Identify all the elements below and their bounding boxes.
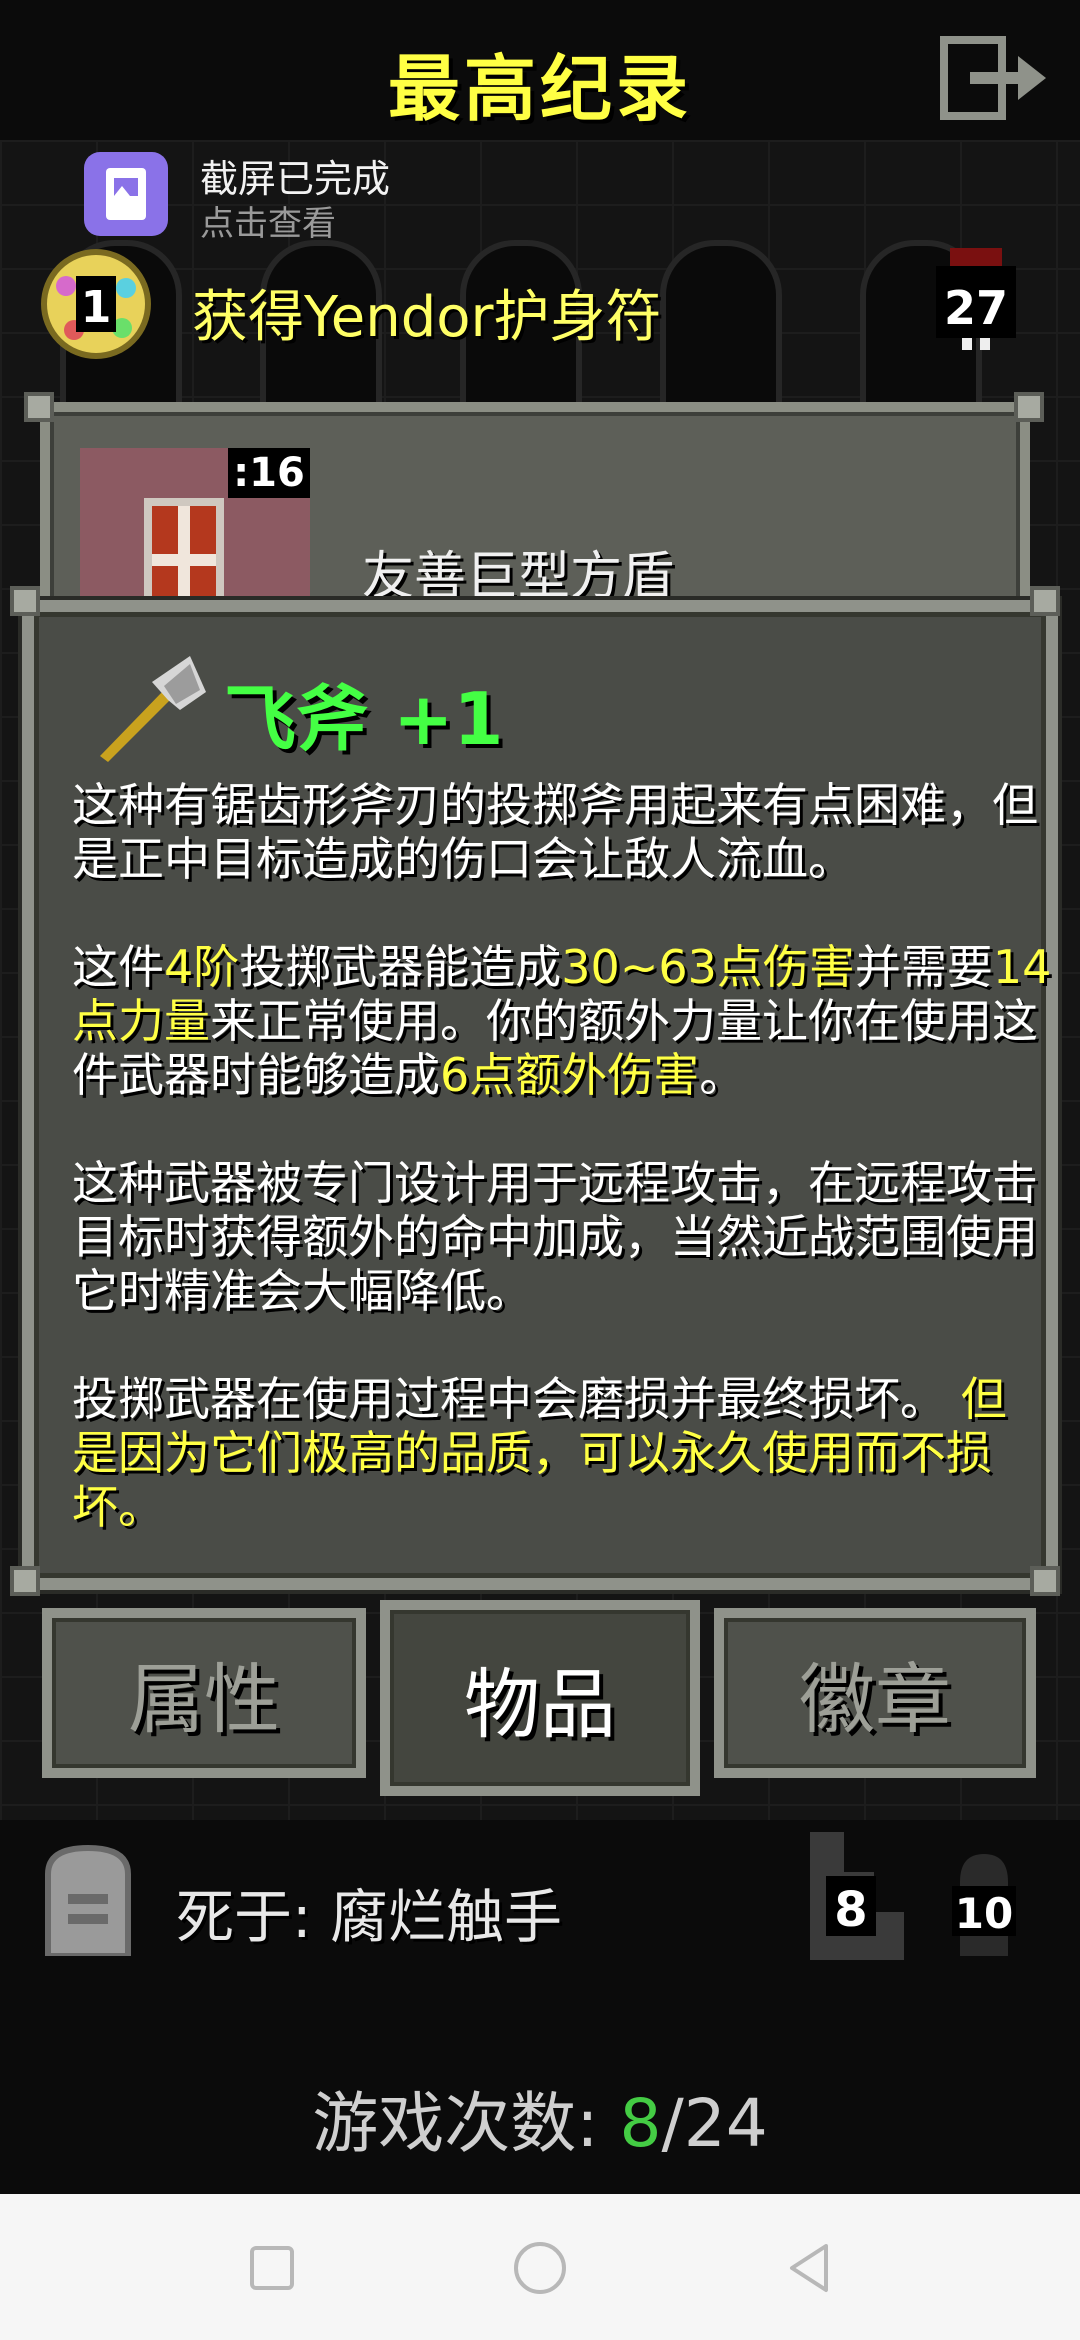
rank-number: 1: [81, 282, 112, 333]
back-triangle-icon: [790, 2244, 828, 2292]
skull-value: 27: [944, 281, 1008, 335]
tombstone-icon: [38, 1844, 138, 1959]
tab-items[interactable]: 物品: [380, 1600, 700, 1796]
square-icon: [250, 2246, 294, 2290]
item-quantity: :16: [228, 448, 310, 498]
notification-title[interactable]: 截屏已完成: [200, 148, 390, 203]
record-description: 获得Yendor护身符: [192, 285, 662, 350]
description-paragraph-4: 投掷武器在使用过程中会磨损并最终损坏。 但是因为它们极高的品质，可以永久使用而不…: [72, 1372, 1007, 1534]
page-title: 最高纪录: [387, 47, 692, 131]
tab-badges[interactable]: 徽章: [714, 1608, 1036, 1778]
item-description: 这种有锯齿形斧刃的投掷斧用起来有点困难，但是正中目标造成的伤口会让敌人流血。 这…: [72, 778, 1052, 1588]
circle-icon: [514, 2242, 566, 2294]
depth-value: 8: [834, 1882, 867, 1938]
background-item-panel: :16 友善巨型方盾: [40, 402, 1030, 632]
tab-attributes[interactable]: 属性: [42, 1608, 366, 1778]
system-nav-bar: [0, 2194, 1080, 2340]
back-button[interactable]: [782, 2240, 838, 2296]
skull-icon: 27: [936, 248, 1016, 358]
recents-button[interactable]: [244, 2240, 300, 2296]
background-item-name: 友善巨型方盾: [362, 547, 675, 607]
level-value: 10: [955, 1889, 1013, 1938]
home-button[interactable]: [512, 2240, 568, 2296]
description-paragraph-3: 这种武器被专门设计用于远程攻击，在远程攻击目标时获得额外的命中加成，当然近战范围…: [72, 1156, 1038, 1318]
exit-button[interactable]: [940, 36, 1050, 120]
games-total: 24: [683, 2085, 768, 2162]
item-info-window: 飞斧 +1 这种有锯齿形斧刃的投掷斧用起来有点困难，但是正中目标造成的伤口会让敌…: [22, 600, 1058, 1590]
item-name: 飞斧 +1: [224, 677, 504, 761]
description-paragraph-2: 这件4阶投掷武器能造成30~63点伤害并需要14点力量来正常使用。你的额外力量让…: [72, 940, 1052, 1102]
games-current: 8: [619, 2085, 662, 2162]
rank-badge: 1: [38, 246, 154, 362]
games-played: 游戏次数: 8/24: [312, 2085, 768, 2162]
depth-icon: 8: [804, 1832, 910, 1960]
level-icon: 10: [952, 1848, 1016, 1956]
screenshot-icon[interactable]: [84, 152, 168, 236]
description-paragraph-1: 这种有锯齿形斧刃的投掷斧用起来有点困难，但是正中目标造成的伤口会让敌人流血。: [72, 778, 1038, 886]
exit-icon: [940, 36, 1046, 120]
notification-subtitle[interactable]: 点击查看: [200, 196, 336, 245]
axe-icon: [94, 652, 214, 762]
death-cause: 死于: 腐烂触手: [176, 1883, 562, 1951]
